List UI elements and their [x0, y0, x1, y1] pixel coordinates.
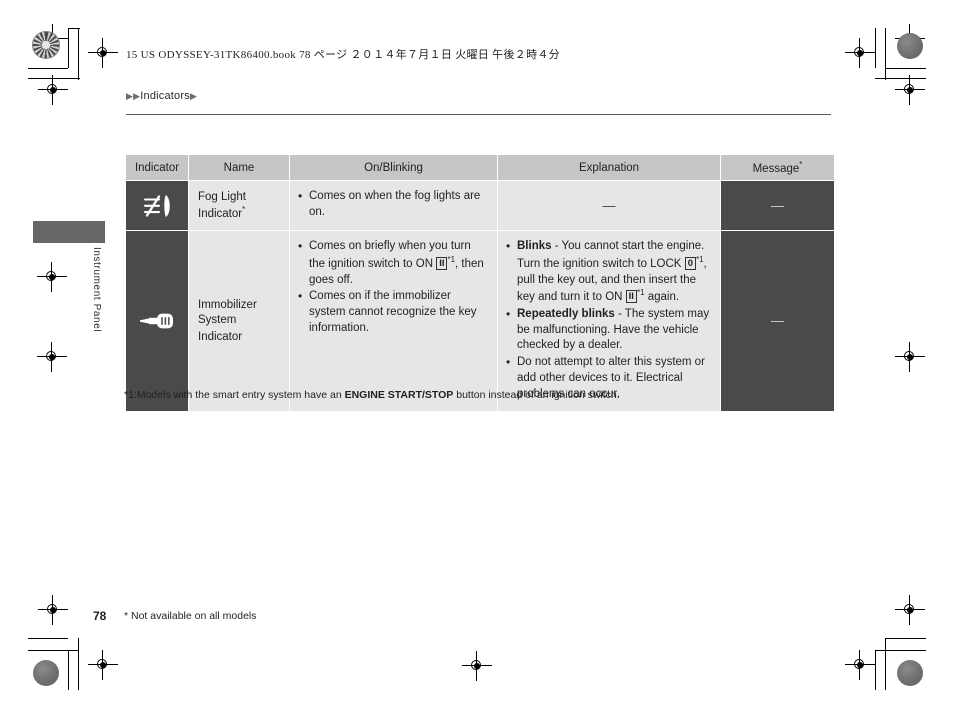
- header-divider: [126, 114, 831, 115]
- message-cell: —: [721, 181, 834, 231]
- on-blinking-cell: Comes on when the fog lights are on.: [290, 181, 497, 231]
- em-dash: —: [771, 197, 784, 213]
- breadcrumb-label[interactable]: Indicators: [140, 90, 190, 102]
- manual-page: 15 US ODYSSEY-31TK86400.book 78 ページ ２０１４…: [0, 0, 954, 718]
- em-dash: —: [771, 313, 784, 329]
- column-header-message: Message*: [721, 155, 834, 180]
- table-row: Fog Light Indicator* Comes on when the f…: [126, 181, 834, 231]
- indicator-name-cell: Fog Light Indicator*: [189, 181, 289, 231]
- explanation-cell: Blinks - You cannot start the engine. Tu…: [498, 231, 720, 412]
- list-item: Blinks - You cannot start the engine. Tu…: [504, 238, 710, 306]
- column-header-name: Name: [189, 155, 289, 180]
- indicators-table: Indicator Name On/Blinking Explanation M…: [125, 154, 835, 413]
- breadcrumb-arrows-icon: ▶▶: [126, 91, 141, 101]
- table-row: Immobilizer System Indicator Comes on br…: [126, 231, 834, 412]
- list-item: Comes on briefly when you turn the ignit…: [296, 238, 487, 288]
- em-dash: —: [602, 197, 616, 213]
- table-header-row: Indicator Name On/Blinking Explanation M…: [126, 155, 834, 180]
- list-item: Repeatedly blinks - The system may be ma…: [504, 306, 710, 354]
- fog-light-icon: [143, 194, 170, 217]
- breadcrumb-arrow-after-icon: ▶: [189, 91, 198, 101]
- section-tab-marker: [33, 221, 105, 243]
- indicator-name-cell: Immobilizer System Indicator: [189, 231, 289, 412]
- section-tab-label: Instrument Panel: [91, 247, 102, 333]
- immobilizer-key-icon-cell: [126, 231, 188, 412]
- ignition-position-key: II: [625, 290, 637, 304]
- fog-light-icon-cell: [126, 181, 188, 231]
- lock-position-key: 0: [684, 256, 696, 270]
- explanation-cell: —: [498, 181, 720, 231]
- column-header-explanation: Explanation: [498, 155, 720, 180]
- list-item: Comes on when the fog lights are on.: [296, 188, 487, 221]
- ignition-position-key: II: [436, 256, 448, 270]
- page-number: 78: [93, 609, 107, 623]
- breadcrumb[interactable]: ▶▶Indicators▶: [126, 90, 197, 102]
- on-blinking-cell: Comes on briefly when you turn the ignit…: [290, 231, 497, 412]
- column-header-indicator: Indicator: [126, 155, 188, 180]
- list-item: Comes on if the immobilizer system canno…: [296, 288, 487, 336]
- column-header-on-blinking: On/Blinking: [290, 155, 497, 180]
- page-footnote: * Not available on all models: [124, 610, 257, 622]
- message-cell: —: [721, 231, 834, 412]
- table-footnote: *1:Models with the smart entry system ha…: [124, 389, 620, 401]
- book-header-line: 15 US ODYSSEY-31TK86400.book 78 ページ ２０１４…: [126, 49, 560, 61]
- immobilizer-key-icon: [140, 313, 173, 329]
